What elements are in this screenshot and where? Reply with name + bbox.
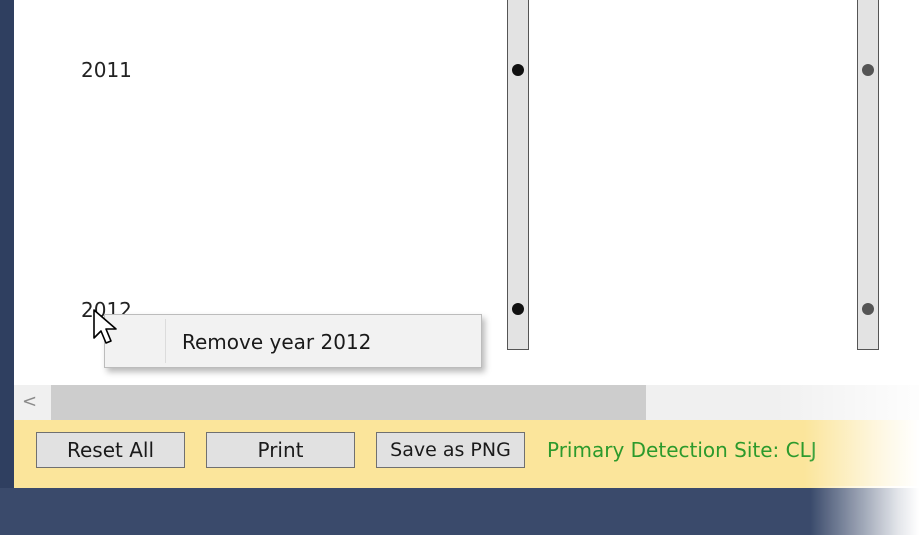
window-frame-bottom [0, 488, 919, 535]
context-menu: Remove year 2012 [104, 314, 482, 368]
menu-item-remove-year[interactable]: Remove year 2012 [107, 318, 479, 364]
scrollbar-fade [774, 385, 919, 420]
track-1-marker-2011[interactable] [512, 64, 524, 76]
bottom-toolbar: Reset All Print Save as PNG Primary Dete… [14, 420, 919, 488]
track-2-marker-2011[interactable] [862, 64, 874, 76]
menu-item-label: Remove year 2012 [182, 330, 372, 354]
horizontal-scrollbar[interactable]: < [14, 385, 919, 420]
detection-site-status: Primary Detection Site: CLJ [547, 438, 817, 462]
mouse-pointer-icon [93, 309, 117, 344]
year-label-2011: 2011 [81, 58, 132, 82]
scroll-left-icon[interactable]: < [22, 391, 37, 412]
window-frame-left [0, 0, 14, 500]
window-frame-fade [810, 486, 919, 535]
scrollbar-thumb[interactable] [51, 385, 646, 420]
save-as-png-button[interactable]: Save as PNG [376, 432, 525, 468]
track-1-marker-2012[interactable] [512, 303, 524, 315]
toolbar-fade [804, 420, 919, 488]
track-2-marker-2012[interactable] [862, 303, 874, 315]
reset-all-button[interactable]: Reset All [36, 432, 185, 468]
print-button[interactable]: Print [206, 432, 355, 468]
timeline-track-2 [857, 0, 879, 350]
timeline-track-1 [507, 0, 529, 350]
